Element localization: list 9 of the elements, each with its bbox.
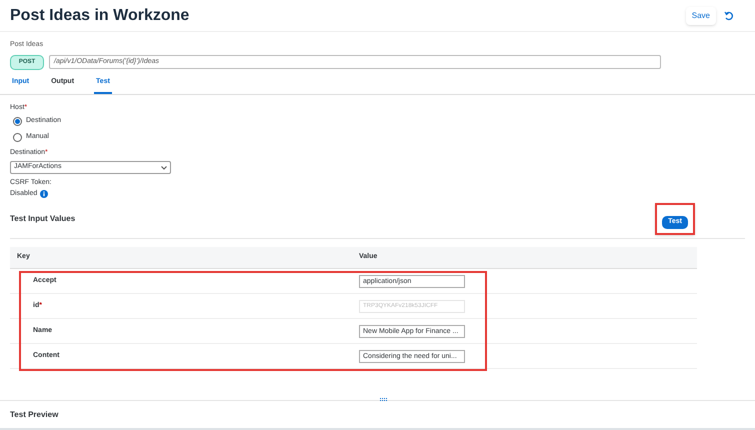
- section-title: Test Input Values: [10, 213, 76, 225]
- preview-title: Test Preview: [10, 408, 58, 420]
- save-button[interactable]: Save: [686, 6, 716, 24]
- chevron-down-icon: [161, 166, 167, 170]
- radio-button[interactable]: [13, 133, 22, 142]
- info-icon[interactable]: [40, 190, 48, 198]
- undo-icon[interactable]: [724, 10, 734, 20]
- radio-button[interactable]: [13, 117, 22, 126]
- page-title: Post Ideas in Workzone: [10, 6, 190, 26]
